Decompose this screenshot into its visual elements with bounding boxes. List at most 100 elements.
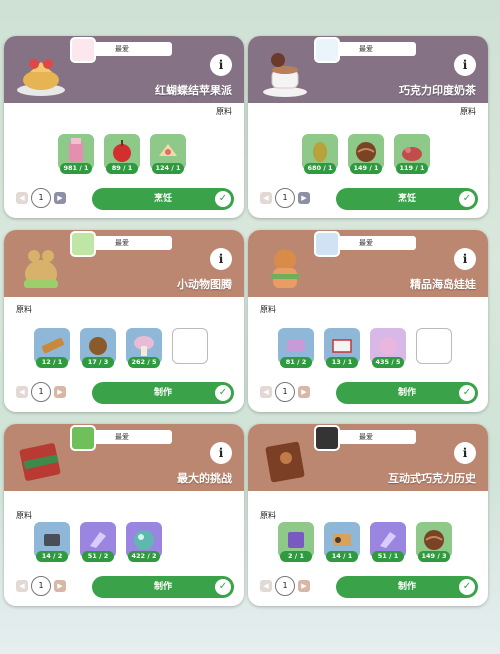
ingredient-slot[interactable]: 13 / 1 [324,328,360,368]
ingredient-count: 14 / 2 [36,551,68,562]
ingredient-count: 124 / 1 [152,163,184,174]
ingredient-slot[interactable]: 89 / 1 [104,134,140,174]
craft-button-label: 制作 [397,582,416,592]
chocolate-history-book-image [265,441,305,483]
ingredient-slot[interactable]: 119 / 1 [394,134,430,174]
ingredient-list: 81 / 2 13 / 1 435 / 5 [278,328,452,368]
ingredient-slot[interactable]: 422 / 2 [126,522,162,562]
ingredient-list: 12 / 1 17 / 3 262 / 5 [34,328,208,368]
recipe-card: 最爱 i 互动式巧克力历史 原料 2 / 1 14 / 1 51 / 1 149… [248,424,488,606]
hello-kitty-avatar [70,37,96,63]
recipe-title: 小动物图腾 [177,278,232,291]
ingredient-slot[interactable]: 2 / 1 [278,522,314,562]
ingredient-slot[interactable]: 262 / 5 [126,328,162,368]
challenge-book-image [19,443,61,481]
craft-button-label: 制作 [397,388,416,398]
info-button[interactable]: i [210,54,232,76]
island-doll-image [271,249,299,288]
craft-button[interactable]: 制作 ✓ [336,382,478,404]
ingredient-count: 422 / 2 [128,551,160,562]
decrease-button[interactable]: ◀ [16,192,28,204]
craft-button[interactable]: 制作 ✓ [92,576,234,598]
ingredient-count: 14 / 1 [326,551,358,562]
recipe-title: 互动式巧克力历史 [388,472,476,485]
cook-button-label: 烹饪 [153,194,172,204]
increase-button[interactable]: ▶ [298,580,310,592]
ingredient-slot[interactable]: 981 / 1 [58,134,94,174]
ingredient-slot[interactable]: 149 / 3 [416,522,452,562]
recipe-title: 精品海岛娃娃 [410,278,476,291]
ingredient-slot[interactable]: 51 / 2 [80,522,116,562]
materials-label: 原料 [16,305,32,314]
increase-button[interactable]: ▶ [298,386,310,398]
ingredient-list: 981 / 1 89 / 1 124 / 1 [58,134,186,174]
recipe-title: 最大的挑战 [177,472,232,485]
craft-button-label: 制作 [153,388,172,398]
increase-button[interactable]: ▶ [54,580,66,592]
materials-label: 原料 [216,107,232,116]
ingredient-slot[interactable]: 51 / 1 [370,522,406,562]
cinnamoroll-avatar [314,37,340,63]
craft-button[interactable]: 制作 ✓ [336,576,478,598]
empty-slot[interactable] [172,328,208,364]
ingredient-list: 14 / 2 51 / 2 422 / 2 [34,522,162,562]
recipe-title: 红蝴蝶结苹果派 [155,84,232,97]
decrease-button[interactable]: ◀ [16,580,28,592]
quantity-stepper: ◀ 1 ▶ [260,188,310,208]
craft-button[interactable]: 制作 ✓ [92,382,234,404]
quantity-stepper: ◀ 1 ▶ [16,382,66,402]
ingredient-slot[interactable]: 12 / 1 [34,328,70,368]
increase-button[interactable]: ▶ [298,192,310,204]
decrease-button[interactable]: ◀ [16,386,28,398]
ingredient-slot[interactable]: 14 / 1 [324,522,360,562]
ingredient-slot[interactable]: 149 / 1 [348,134,384,174]
craft-button-label: 制作 [153,582,172,592]
ingredient-count: 17 / 3 [82,357,114,368]
ingredient-slot[interactable]: 435 / 5 [370,328,406,368]
materials-label: 原料 [16,511,32,520]
ingredient-count: 89 / 1 [106,163,138,174]
check-icon: ✓ [215,385,231,401]
info-button[interactable]: i [454,442,476,464]
ingredient-slot[interactable]: 81 / 2 [278,328,314,368]
quantity-value[interactable]: 1 [275,382,295,402]
cook-button[interactable]: 烹饪 ✓ [336,188,478,210]
ingredient-count: 13 / 1 [326,357,358,368]
recipe-title: 巧克力印度奶茶 [399,84,476,97]
info-button[interactable]: i [210,248,232,270]
quantity-value[interactable]: 1 [275,188,295,208]
increase-button[interactable]: ▶ [54,386,66,398]
keroppi-avatar [70,231,96,257]
quantity-value[interactable]: 1 [31,188,51,208]
ingredient-slot[interactable]: 124 / 1 [150,134,186,174]
ingredient-list: 680 / 1 149 / 1 119 / 1 [302,134,430,174]
ingredient-count: 981 / 1 [60,163,92,174]
cook-button[interactable]: 烹饪 ✓ [92,188,234,210]
decrease-button[interactable]: ◀ [260,580,272,592]
apple-pie-image [17,59,65,96]
quantity-value[interactable]: 1 [275,576,295,596]
decrease-button[interactable]: ◀ [260,192,272,204]
tuxedosam-avatar [314,231,340,257]
recipe-card: 最爱 i 小动物图腾 原料 12 / 1 17 / 3 262 / 5 ◀ 1 … [4,230,244,412]
check-icon: ✓ [459,579,475,595]
quantity-value[interactable]: 1 [31,382,51,402]
black-cat-avatar [314,425,340,451]
ingredient-count: 81 / 2 [280,357,312,368]
ingredient-slot[interactable]: 680 / 1 [302,134,338,174]
quantity-value[interactable]: 1 [31,576,51,596]
info-button[interactable]: i [454,248,476,270]
ingredient-count: 149 / 1 [350,163,382,174]
chai-tea-image [263,53,307,97]
materials-label: 原料 [260,511,276,520]
decrease-button[interactable]: ◀ [260,386,272,398]
ingredient-count: 12 / 1 [36,357,68,368]
ingredient-count: 262 / 5 [128,357,160,368]
increase-button[interactable]: ▶ [54,192,66,204]
ingredient-slot[interactable]: 17 / 3 [80,328,116,368]
empty-slot[interactable] [416,328,452,364]
info-button[interactable]: i [454,54,476,76]
ingredient-slot[interactable]: 14 / 2 [34,522,70,562]
info-button[interactable]: i [210,442,232,464]
check-icon: ✓ [459,191,475,207]
